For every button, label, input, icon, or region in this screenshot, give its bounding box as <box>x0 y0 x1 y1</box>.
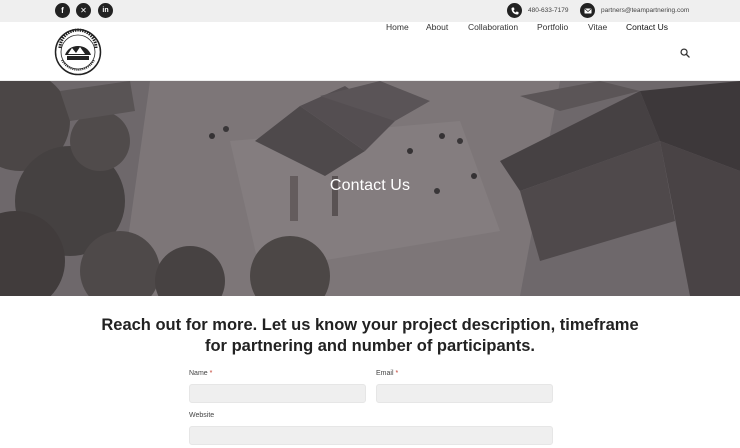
email-label-text: Email <box>376 370 394 377</box>
linkedin-icon[interactable]: in <box>98 3 113 18</box>
email-input[interactable] <box>376 384 553 403</box>
facebook-icon[interactable]: f <box>55 3 70 18</box>
email-field-label: Email * <box>376 370 398 377</box>
phone-number: 480-633-7179 <box>528 7 569 14</box>
required-asterisk: * <box>209 370 213 377</box>
name-field-label: Name * <box>189 370 212 377</box>
website-label-text: Website <box>189 412 215 419</box>
required-asterisk: * <box>395 370 399 377</box>
email-contact[interactable]: partners@teampartnering.com <box>580 3 689 18</box>
nav-contact-us[interactable]: Contact Us <box>626 22 668 32</box>
nav-vitae[interactable]: Vitae <box>588 22 607 32</box>
contact-intro-heading: Reach out for more. Let us know your pro… <box>101 316 639 355</box>
hero-title: Contact Us <box>329 177 411 194</box>
phone-icon <box>507 3 522 18</box>
hero-banner: Contact Us <box>0 81 740 296</box>
name-label-text: Name <box>189 370 208 377</box>
website-input[interactable] <box>189 426 553 445</box>
nav-collaboration[interactable]: Collaboration <box>468 22 518 32</box>
envelope-icon <box>580 3 595 18</box>
nav-home[interactable]: Home <box>386 22 409 32</box>
email-address: partners@teampartnering.com <box>601 7 690 14</box>
x-twitter-icon[interactable]: ✕ <box>76 3 91 18</box>
top-bar: f ✕ in 480-633-7179 partners@teampartner… <box>0 0 740 22</box>
nav-about[interactable]: About <box>426 22 448 32</box>
website-field-label: Website <box>189 412 214 419</box>
name-input[interactable] <box>189 384 366 403</box>
search-icon[interactable] <box>680 45 690 58</box>
nav-portfolio[interactable]: Portfolio <box>537 22 568 32</box>
phone-contact[interactable]: 480-633-7179 <box>507 3 568 18</box>
team-partnering-logo[interactable] <box>54 28 102 76</box>
site-header: Home About Collaboration Portfolio Vitae… <box>0 22 740 81</box>
